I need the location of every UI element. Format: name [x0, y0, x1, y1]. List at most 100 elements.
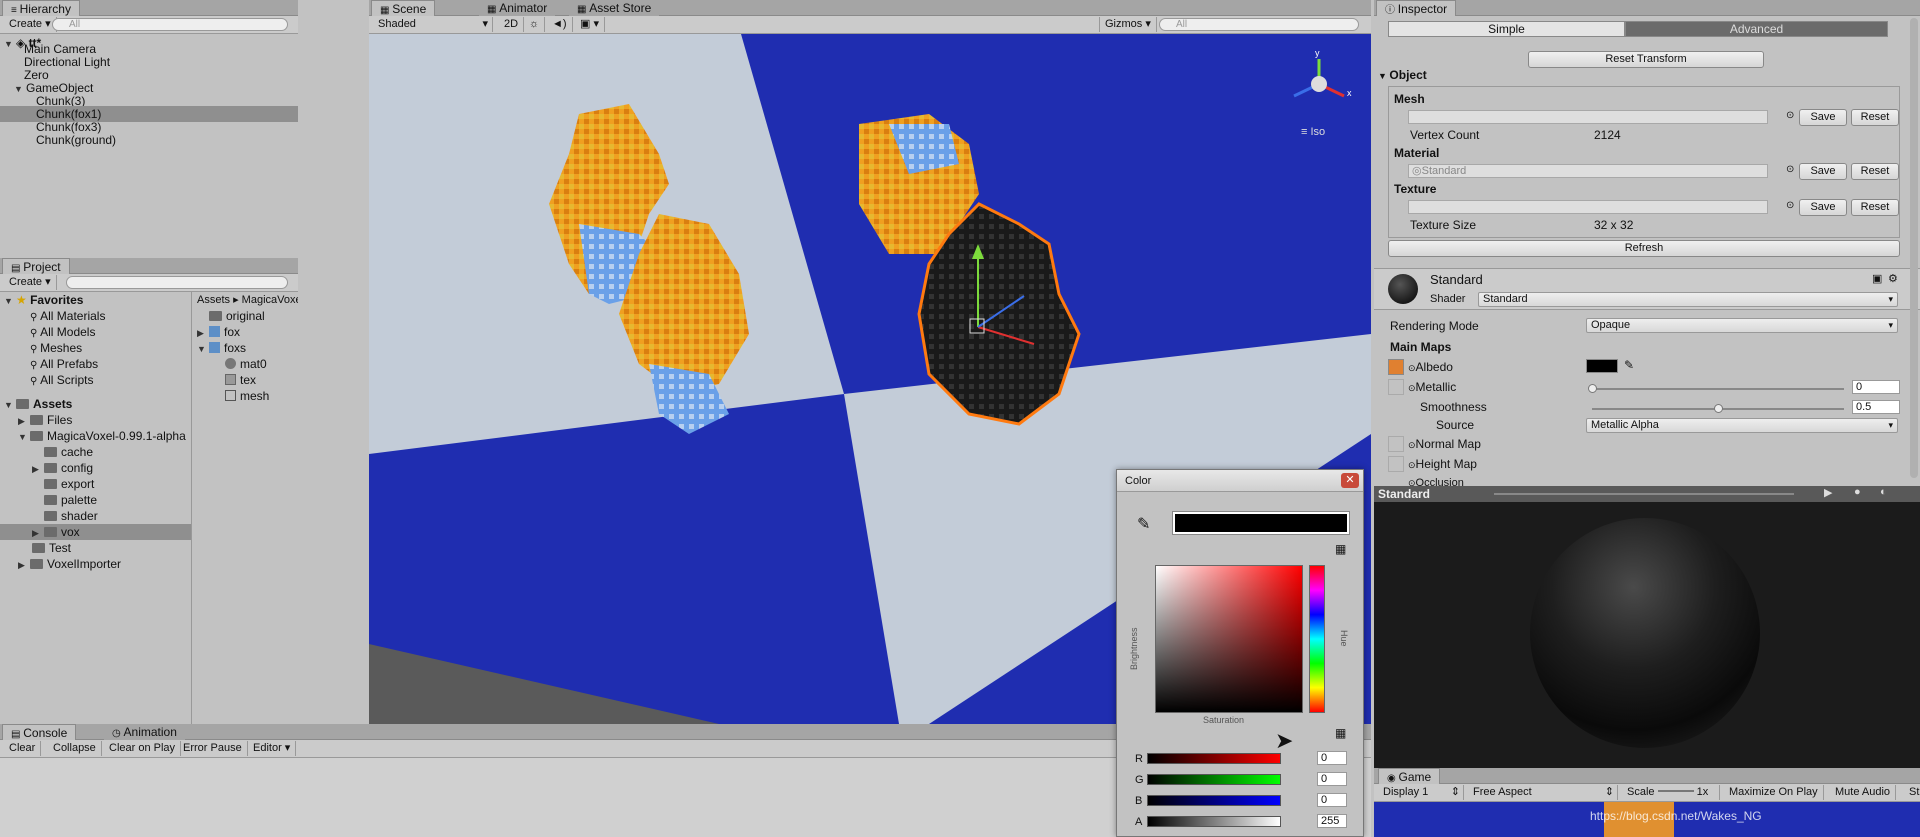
- albedo-color-swatch[interactable]: [1586, 359, 1618, 373]
- clear-button[interactable]: Clear: [4, 741, 42, 756]
- red-channel-slider[interactable]: [1147, 753, 1281, 764]
- display-dropdown[interactable]: Display 1 ⇕: [1378, 785, 1464, 800]
- mode-tab-advanced[interactable]: Advanced: [1625, 21, 1888, 37]
- gear-icon[interactable]: ⚙: [1888, 272, 1898, 285]
- scale-control[interactable]: Scale 1x: [1622, 785, 1720, 800]
- height-map-texture-slot[interactable]: [1388, 456, 1404, 472]
- object-picker-icon[interactable]: ⊙: [1786, 164, 1794, 175]
- clear-on-play-button[interactable]: Clear on Play: [104, 741, 182, 756]
- asset-folder[interactable]: cache: [44, 444, 93, 460]
- expand-arrow-icon[interactable]: ▶: [18, 413, 30, 429]
- metallic-slider-thumb[interactable]: [1588, 384, 1597, 393]
- favorite-item[interactable]: ⚲ All Prefabs: [30, 356, 98, 372]
- tab-animator[interactable]: ▦ Animator: [479, 0, 556, 16]
- palette-icon[interactable]: ▦: [1335, 726, 1346, 740]
- hue-slider[interactable]: [1309, 565, 1325, 713]
- scene-search-input[interactable]: All: [1159, 18, 1359, 31]
- mesh-reset-button[interactable]: Reset: [1851, 109, 1899, 126]
- breadcrumb-item[interactable]: MagicaVoxel-0.99.1: [242, 294, 298, 306]
- asset-folder[interactable]: Test: [32, 540, 71, 556]
- file-item[interactable]: original: [209, 308, 265, 324]
- asset-folder[interactable]: ▶ config: [32, 460, 93, 476]
- project-search-input[interactable]: [66, 276, 288, 289]
- expand-arrow-icon[interactable]: ▼: [4, 397, 16, 413]
- asset-folder-selected[interactable]: ▶ vox: [0, 524, 191, 540]
- expand-arrow-icon[interactable]: ▶: [32, 461, 44, 477]
- maximize-on-play-toggle[interactable]: Maximize On Play: [1724, 785, 1824, 800]
- preview-sphere[interactable]: [1530, 518, 1760, 748]
- asset-folder[interactable]: export: [44, 476, 94, 492]
- eyedropper-icon[interactable]: ✎: [1137, 514, 1150, 534]
- material-reset-button[interactable]: Reset: [1851, 163, 1899, 180]
- help-icon[interactable]: ▣: [1872, 272, 1882, 285]
- material-object-field[interactable]: ◎Standard: [1408, 164, 1768, 178]
- file-item[interactable]: mesh: [225, 388, 269, 404]
- aspect-dropdown[interactable]: Free Aspect ⇕: [1468, 785, 1618, 800]
- error-pause-button[interactable]: Error Pause: [178, 741, 248, 756]
- smoothness-value-field[interactable]: 0.5: [1852, 400, 1900, 414]
- expand-arrow-icon[interactable]: ▼: [197, 341, 209, 357]
- close-icon[interactable]: ✕: [1341, 473, 1359, 488]
- tab-asset-store[interactable]: ▦ Asset Store: [569, 0, 660, 16]
- effects-dropdown-icon[interactable]: ▣ ▾: [575, 17, 605, 32]
- preview-drag-bar[interactable]: [1494, 493, 1794, 495]
- eyedropper-icon[interactable]: ✎: [1624, 358, 1634, 372]
- material-save-button[interactable]: Save: [1799, 163, 1847, 180]
- metallic-texture-slot[interactable]: [1388, 379, 1404, 395]
- green-value-field[interactable]: 0: [1317, 772, 1347, 786]
- play-icon[interactable]: ▶: [1824, 486, 1832, 499]
- favorite-item[interactable]: ⚲ All Scripts: [30, 372, 93, 388]
- expand-arrow-icon[interactable]: ▼: [4, 293, 16, 309]
- file-item[interactable]: mat0: [225, 356, 267, 372]
- tab-project[interactable]: ▤ Project: [2, 258, 70, 274]
- smoothness-slider-thumb[interactable]: [1714, 404, 1723, 413]
- editor-dropdown[interactable]: Editor ▾: [248, 741, 297, 756]
- file-item[interactable]: ▶ fox: [197, 324, 240, 340]
- red-value-field[interactable]: 0: [1317, 751, 1347, 765]
- tab-animation[interactable]: ◷ Animation: [104, 724, 185, 740]
- audio-toggle-icon[interactable]: ◄): [547, 17, 573, 32]
- rendering-mode-dropdown[interactable]: Opaque: [1586, 318, 1898, 333]
- albedo-texture-slot[interactable]: [1388, 359, 1404, 375]
- expand-arrow-icon[interactable]: ▶: [32, 525, 44, 541]
- favorite-item[interactable]: ⚲ All Materials: [30, 308, 105, 324]
- asset-folder[interactable]: ▶ Files: [18, 412, 72, 428]
- mesh-save-button[interactable]: Save: [1799, 109, 1847, 126]
- tab-game[interactable]: ◉ Game: [1378, 768, 1441, 784]
- light-icon[interactable]: ◐: [1880, 486, 1887, 498]
- gizmos-dropdown[interactable]: Gizmos ▾: [1099, 17, 1157, 32]
- iso-label[interactable]: ≡ Iso: [1301, 126, 1325, 138]
- hierarchy-search-input[interactable]: All: [52, 18, 288, 31]
- expand-arrow-icon[interactable]: ▶: [18, 557, 30, 573]
- expand-arrow-icon[interactable]: ▼: [18, 429, 30, 445]
- color-picker-titlebar[interactable]: Color ✕: [1117, 470, 1363, 492]
- tab-scene[interactable]: ▦ Scene: [371, 0, 436, 16]
- favorite-item[interactable]: ⚲ Meshes: [30, 340, 82, 356]
- favorite-item[interactable]: ⚲ All Models: [30, 324, 95, 340]
- 2d-toggle[interactable]: 2D: [499, 17, 525, 32]
- metallic-value-field[interactable]: 0: [1852, 380, 1900, 394]
- blue-value-field[interactable]: 0: [1317, 793, 1347, 807]
- asset-folder[interactable]: palette: [44, 492, 97, 508]
- tab-inspector[interactable]: ⓘ Inspector: [1376, 0, 1457, 16]
- palette-icon[interactable]: ▦: [1335, 542, 1346, 556]
- alpha-channel-slider[interactable]: [1147, 816, 1281, 827]
- tab-hierarchy[interactable]: ≡ Hierarchy: [2, 0, 80, 16]
- stats-toggle[interactable]: St: [1904, 785, 1920, 800]
- shader-dropdown[interactable]: Standard: [1478, 292, 1898, 307]
- reset-transform-button[interactable]: Reset Transform: [1528, 51, 1764, 68]
- inspector-scrollbar[interactable]: [1910, 18, 1918, 478]
- saturation-brightness-box[interactable]: [1155, 565, 1303, 713]
- hierarchy-create-button[interactable]: Create ▾: [4, 17, 57, 32]
- shading-dropdown[interactable]: Shaded ▾: [373, 17, 493, 32]
- expand-arrow-icon[interactable]: ▼: [14, 81, 26, 97]
- mute-audio-toggle[interactable]: Mute Audio: [1830, 785, 1897, 800]
- texture-object-field[interactable]: [1408, 200, 1768, 214]
- mode-tab-simple[interactable]: Simple: [1388, 21, 1625, 37]
- object-section-header[interactable]: ▼ Object: [1378, 68, 1427, 83]
- asset-folder[interactable]: ▶ VoxelImporter: [18, 556, 121, 572]
- expand-arrow-icon[interactable]: ▼: [4, 36, 16, 52]
- alpha-value-field[interactable]: 255: [1317, 814, 1347, 828]
- lighting-toggle-icon[interactable]: ☼: [524, 17, 546, 32]
- object-picker-icon[interactable]: ⊙: [1786, 110, 1794, 121]
